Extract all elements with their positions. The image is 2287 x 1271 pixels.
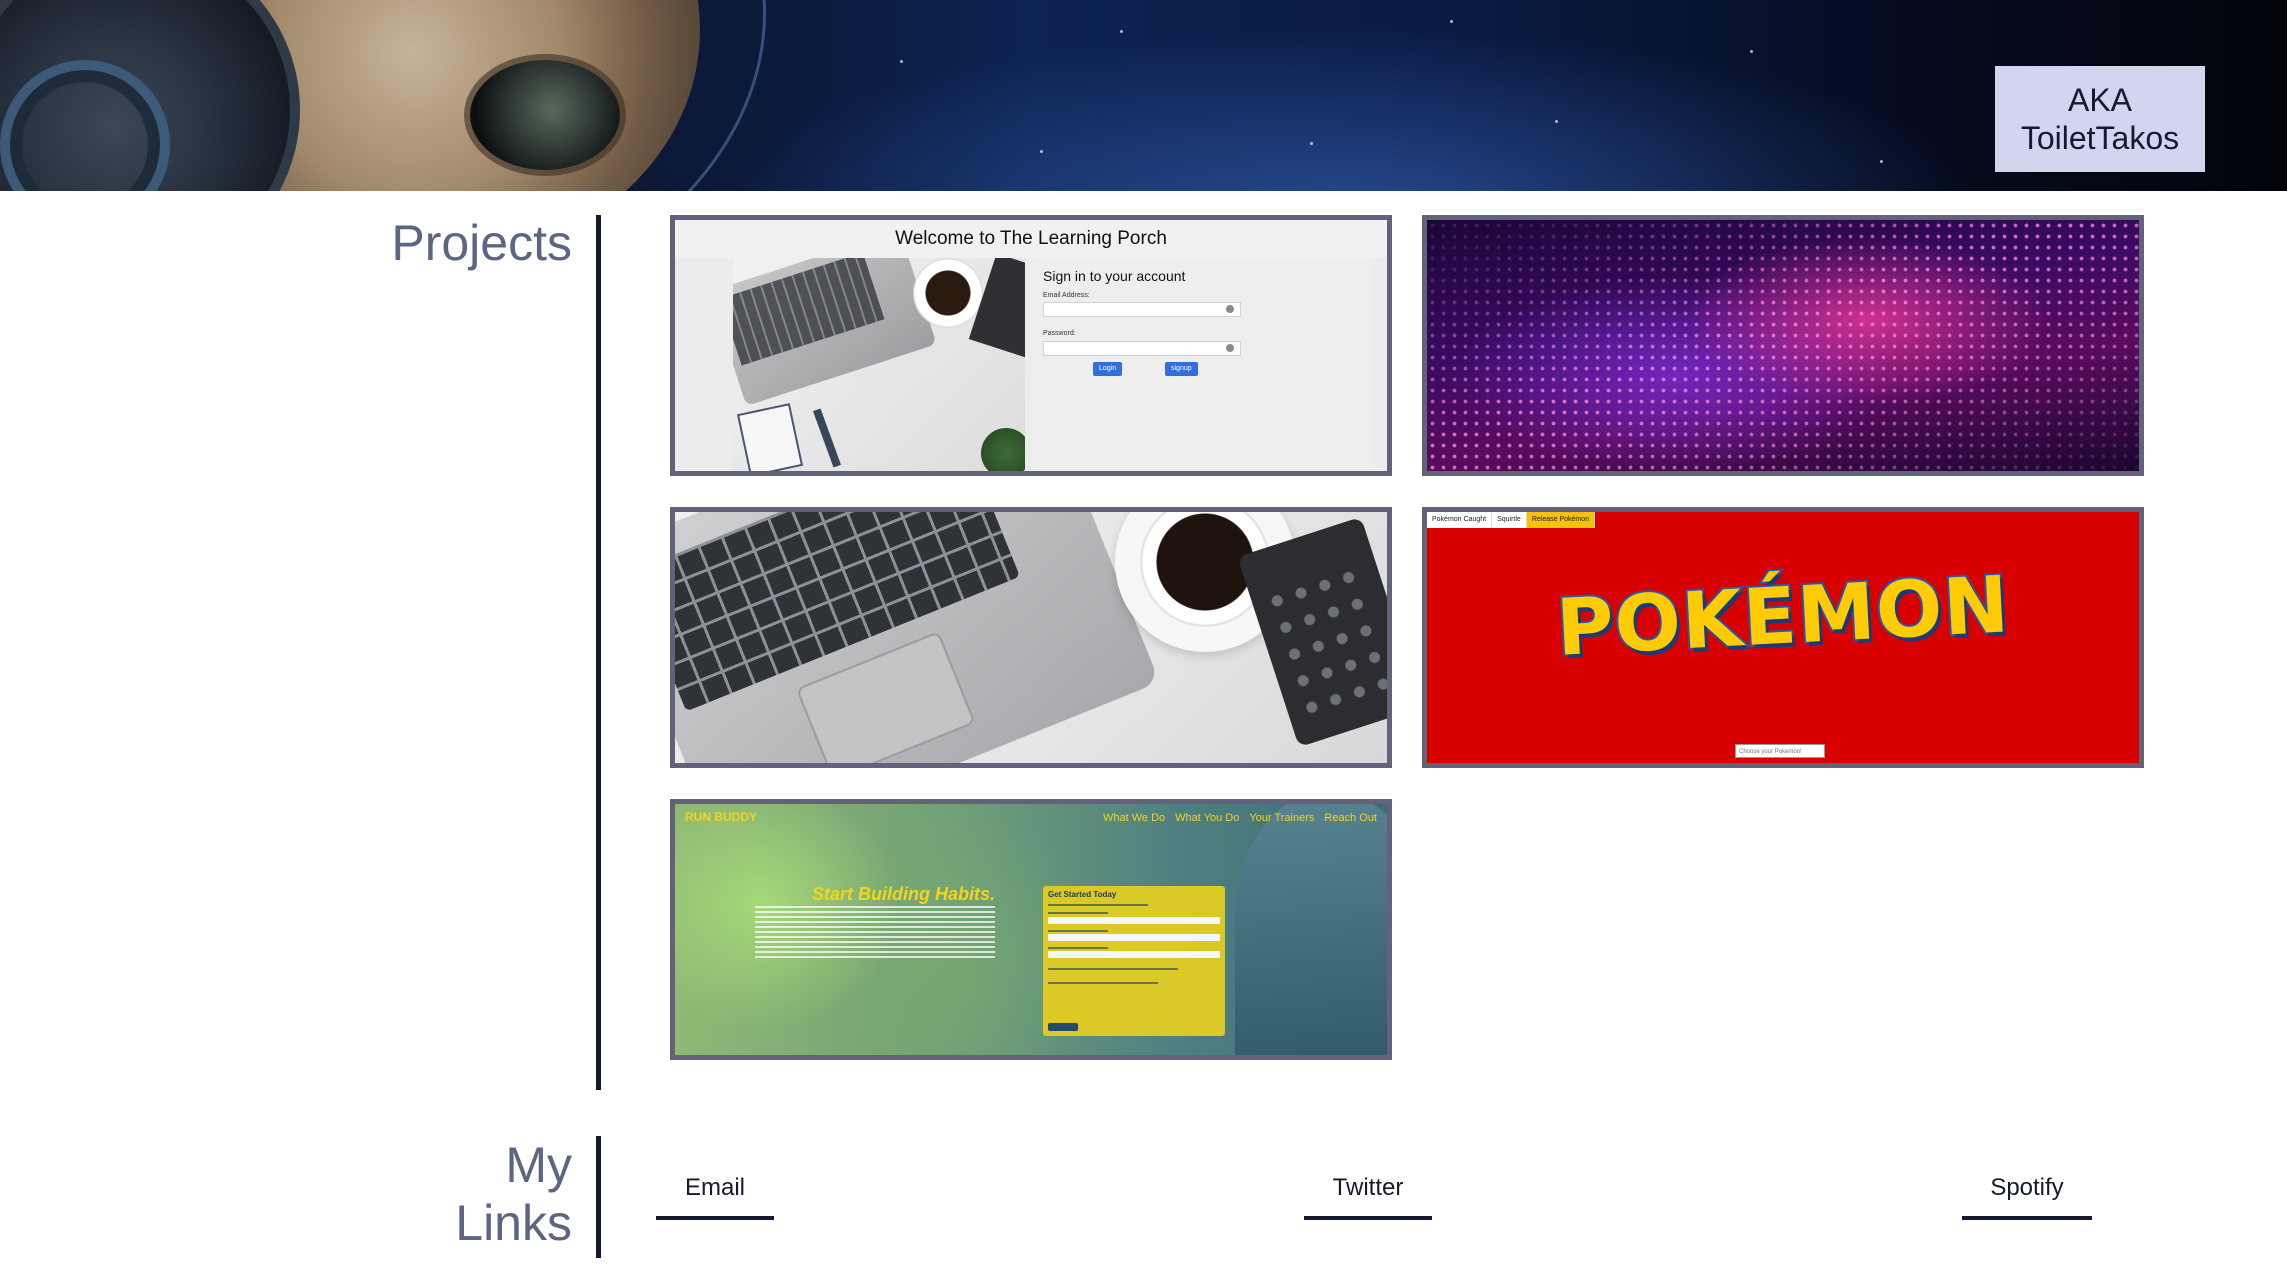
links-heading-line1: My (505, 1137, 572, 1193)
pokemon-choice-input[interactable]: Choose your Pokemon! (1735, 744, 1825, 758)
links-heading-line2: Links (455, 1195, 572, 1251)
email-label: Email Address: (1043, 292, 1090, 299)
learning-porch-heading: Welcome to The Learning Porch (675, 220, 1387, 258)
star (1450, 20, 1453, 23)
form-label (1048, 968, 1178, 970)
pokemon-tabs: Pokémon Caught Squirtle Release Pokémon (1427, 512, 1596, 528)
twitter-link[interactable]: Twitter (1304, 1174, 1432, 1220)
tab-squirtle[interactable]: Squirtle (1492, 512, 1527, 528)
name-field[interactable] (1048, 917, 1220, 924)
signup-button[interactable]: signup (1165, 362, 1198, 376)
project-card-run-buddy[interactable]: RUN BUDDY What We Do What You Do Your Tr… (670, 799, 1392, 1060)
tab-pokemon-caught[interactable]: Pokémon Caught (1427, 512, 1493, 528)
laptop-image (733, 258, 937, 406)
pokemon-logo: POKÉMON (1552, 558, 2013, 676)
login-button[interactable]: Login (1093, 362, 1123, 376)
form-label (1048, 904, 1148, 906)
nav-what-you-do[interactable]: What You Do (1175, 812, 1239, 824)
run-buddy-nav: What We Do What You Do Your Trainers Rea… (1103, 812, 1377, 824)
star (1880, 160, 1883, 163)
form-label (1048, 982, 1158, 984)
header-banner: AKA ToiletTakos (0, 0, 2287, 191)
projects-heading: Projects (391, 215, 572, 271)
run-buddy-headline: Start Building Habits. (811, 884, 995, 904)
form-label (1048, 930, 1108, 932)
email-field[interactable] (1043, 302, 1241, 317)
dot-pattern (1427, 220, 2139, 471)
links-divider (596, 1136, 601, 1258)
keyboard-image (733, 258, 885, 366)
cat-eye (470, 60, 620, 170)
password-field[interactable] (1043, 341, 1241, 356)
alias-badge: AKA ToiletTakos (1995, 66, 2205, 172)
signin-form: Sign in to your account Email Address: P… (1033, 258, 1373, 471)
alias-prefix: AKA (2067, 82, 2133, 118)
nav-reach-out[interactable]: Reach Out (1324, 812, 1377, 824)
links-heading: My Links (300, 1136, 572, 1252)
email-link[interactable]: Email (656, 1174, 774, 1220)
run-buddy-paragraph (755, 906, 995, 958)
alias-name: ToiletTakos (2020, 120, 2180, 156)
email-field[interactable] (1048, 934, 1220, 941)
run-buddy-form-title: Get Started Today (1048, 890, 1117, 899)
signin-title: Sign in to your account (1043, 268, 1186, 284)
star (1040, 150, 1043, 153)
tab-release-pokemon[interactable]: Release Pokémon (1526, 512, 1596, 528)
pen-image (812, 408, 842, 468)
nav-what-we-do[interactable]: What We Do (1103, 812, 1165, 824)
star (1750, 50, 1753, 53)
project-card-learning-porch[interactable]: Welcome to The Learning Porch Sign in to… (670, 215, 1392, 476)
learning-porch-body: Sign in to your account Email Address: P… (675, 258, 1387, 471)
project-card-pokemon[interactable]: Pokémon Caught Squirtle Release Pokémon … (1422, 507, 2144, 768)
desk-photo (733, 258, 1025, 471)
spotify-link[interactable]: Spotify (1962, 1174, 2092, 1220)
nav-your-trainers[interactable]: Your Trainers (1249, 812, 1314, 824)
star (1555, 120, 1558, 123)
project-card-dot-wave[interactable] (1422, 215, 2144, 476)
run-buddy-form: Get Started Today (1043, 886, 1225, 1036)
form-label (1048, 912, 1108, 914)
run-buddy-logo: RUN BUDDY (685, 810, 757, 824)
project-card-laptop[interactable] (670, 507, 1392, 768)
plant-image (981, 428, 1025, 471)
coffee-cup-image (913, 258, 983, 328)
projects-divider (596, 215, 601, 1090)
form-label (1048, 947, 1108, 949)
phone-field[interactable] (1048, 951, 1220, 958)
get-running-button[interactable] (1048, 1023, 1078, 1031)
runner-image (1235, 804, 1387, 1055)
password-label: Password: (1043, 330, 1076, 337)
star (900, 60, 903, 63)
pokemon-background: Pokémon Caught Squirtle Release Pokémon … (1427, 512, 2139, 763)
star (1310, 142, 1313, 145)
notebook-image (736, 403, 804, 471)
dot-wave-image (1427, 220, 2139, 471)
star (1120, 30, 1123, 33)
